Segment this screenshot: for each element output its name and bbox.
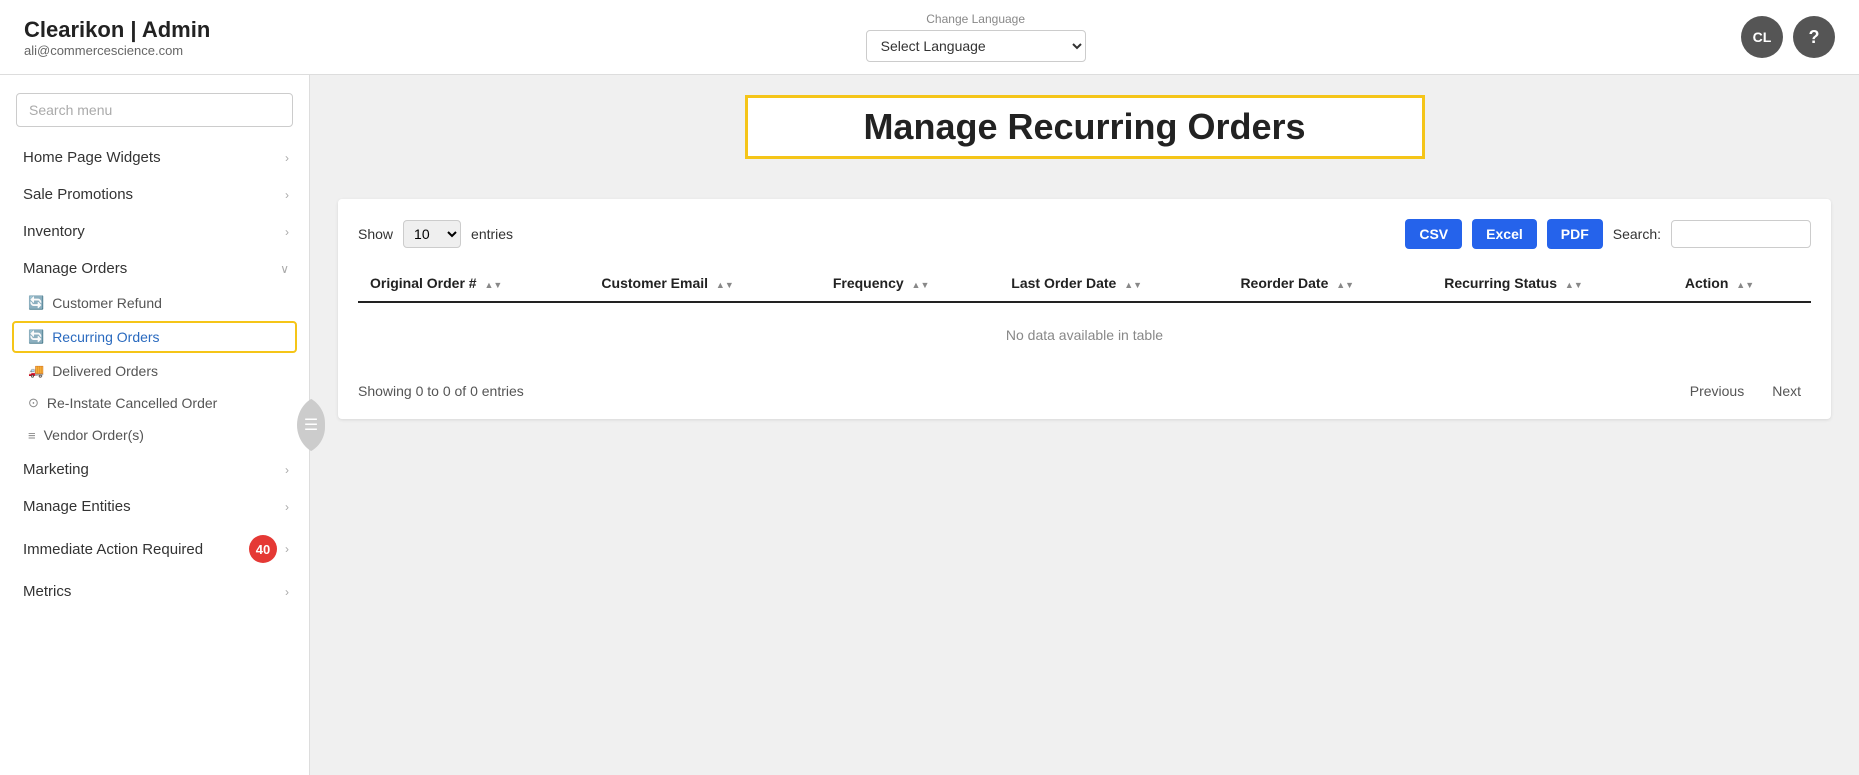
sort-icon: ▲▼ xyxy=(1736,280,1754,290)
sort-icon: ▲▼ xyxy=(1336,280,1354,290)
col-customer-email[interactable]: Customer Email ▲▼ xyxy=(589,265,820,302)
col-frequency[interactable]: Frequency ▲▼ xyxy=(821,265,999,302)
chevron-right-icon: › xyxy=(285,585,289,599)
chevron-right-icon: › xyxy=(285,500,289,514)
pdf-export-button[interactable]: PDF xyxy=(1547,219,1603,249)
show-label: Show xyxy=(358,226,393,242)
entries-per-page-select[interactable]: 5 10 25 50 100 xyxy=(403,220,461,248)
sort-icon: ▲▼ xyxy=(912,280,930,290)
brand-email: ali@commercescience.com xyxy=(24,43,210,58)
sub-item-label: Re-Instate Cancelled Order xyxy=(47,395,217,411)
recurring-icon: 🔄 xyxy=(28,329,44,345)
chevron-right-icon: › xyxy=(285,188,289,202)
excel-export-button[interactable]: Excel xyxy=(1472,219,1537,249)
col-recurring-status[interactable]: Recurring Status ▲▼ xyxy=(1432,265,1673,302)
page-title: Manage Recurring Orders xyxy=(863,106,1305,148)
table-search-input[interactable] xyxy=(1671,220,1811,248)
header: Clearikon | Admin ali@commercescience.co… xyxy=(0,0,1859,75)
chevron-right-icon: › xyxy=(285,225,289,239)
main-content: Manage Recurring Orders Show 5 10 25 50 … xyxy=(310,75,1859,775)
language-selector-section: Change Language Select Language English … xyxy=(210,12,1741,62)
table-controls: Show 5 10 25 50 100 entries CSV Excel PD… xyxy=(358,219,1811,249)
chevron-down-icon: ∨ xyxy=(280,262,289,276)
sidebar-item-label: Inventory xyxy=(23,223,85,240)
sidebar-item-label: Home Page Widgets xyxy=(23,149,161,166)
sidebar-item-home-page-widgets[interactable]: Home Page Widgets › xyxy=(0,139,309,176)
sort-icon: ▲▼ xyxy=(1565,280,1583,290)
immediate-action-badge: 40 xyxy=(249,535,277,563)
sidebar-search-container xyxy=(0,87,309,139)
chevron-right-icon: › xyxy=(285,463,289,477)
sidebar-item-manage-entities[interactable]: Manage Entities › xyxy=(0,488,309,525)
sort-icon: ▲▼ xyxy=(1124,280,1142,290)
col-original-order[interactable]: Original Order # ▲▼ xyxy=(358,265,589,302)
sidebar-item-label: Metrics xyxy=(23,583,71,600)
entries-label: entries xyxy=(471,226,513,242)
sidebar-item-label: Manage Orders xyxy=(23,260,127,277)
sidebar-item-manage-orders[interactable]: Manage Orders ∨ xyxy=(0,250,309,287)
language-select[interactable]: Select Language English Spanish French xyxy=(866,30,1086,62)
vendor-icon: ≡ xyxy=(28,428,36,443)
reinstate-icon: ⊙ xyxy=(28,395,39,411)
toggle-icon: ☰ xyxy=(304,415,318,435)
table-footer: Showing 0 to 0 of 0 entries Previous Nex… xyxy=(358,379,1811,403)
delivered-icon: 🚚 xyxy=(28,363,44,379)
sidebar: Home Page Widgets › Sale Promotions › In… xyxy=(0,75,310,775)
showing-entries: Showing 0 to 0 of 0 entries xyxy=(358,383,524,399)
sidebar-item-label: Sale Promotions xyxy=(23,186,133,203)
col-last-order-date[interactable]: Last Order Date ▲▼ xyxy=(999,265,1228,302)
sub-item-label: Vendor Order(s) xyxy=(44,427,144,443)
table-no-data-row: No data available in table xyxy=(358,302,1811,367)
sidebar-item-label: Immediate Action Required xyxy=(23,541,203,558)
col-action[interactable]: Action ▲▼ xyxy=(1673,265,1811,302)
no-data-message: No data available in table xyxy=(358,302,1811,367)
help-button[interactable]: ? xyxy=(1793,16,1835,58)
sidebar-item-marketing[interactable]: Marketing › xyxy=(0,451,309,488)
table-header-row: Original Order # ▲▼ Customer Email ▲▼ Fr… xyxy=(358,265,1811,302)
header-actions: CL ? xyxy=(1741,16,1835,58)
avatar[interactable]: CL xyxy=(1741,16,1783,58)
language-label: Change Language xyxy=(926,12,1025,26)
search-label: Search: xyxy=(1613,226,1661,242)
table-card: Show 5 10 25 50 100 entries CSV Excel PD… xyxy=(338,199,1831,419)
sidebar-item-inventory[interactable]: Inventory › xyxy=(0,213,309,250)
recurring-orders-table: Original Order # ▲▼ Customer Email ▲▼ Fr… xyxy=(358,265,1811,367)
page-title-row: Manage Recurring Orders xyxy=(338,95,1831,179)
csv-export-button[interactable]: CSV xyxy=(1405,219,1462,249)
sidebar-item-metrics[interactable]: Metrics › xyxy=(0,573,309,610)
col-reorder-date[interactable]: Reorder Date ▲▼ xyxy=(1228,265,1432,302)
sub-item-label: Customer Refund xyxy=(52,295,162,311)
search-menu-input[interactable] xyxy=(16,93,293,127)
sidebar-item-label: Manage Entities xyxy=(23,498,131,515)
chevron-right-icon: › xyxy=(285,151,289,165)
sub-item-label: Recurring Orders xyxy=(52,329,159,345)
sidebar-item-immediate-action[interactable]: Immediate Action Required 40 › xyxy=(0,525,309,573)
sidebar-sub-item-re-instate[interactable]: ⊙ Re-Instate Cancelled Order xyxy=(0,387,309,419)
sidebar-sub-item-recurring-orders[interactable]: 🔄 Recurring Orders xyxy=(12,321,297,353)
chevron-right-icon: › xyxy=(285,542,289,556)
refund-icon: 🔄 xyxy=(28,295,44,311)
sidebar-sub-item-delivered-orders[interactable]: 🚚 Delivered Orders xyxy=(0,355,309,387)
brand-title: Clearikon | Admin xyxy=(24,17,210,43)
sidebar-sub-item-customer-refund[interactable]: 🔄 Customer Refund xyxy=(0,287,309,319)
sidebar-item-label: Marketing xyxy=(23,461,89,478)
main-layout: Home Page Widgets › Sale Promotions › In… xyxy=(0,75,1859,775)
page-title-box: Manage Recurring Orders xyxy=(745,95,1425,159)
sort-icon: ▲▼ xyxy=(716,280,734,290)
sub-item-label: Delivered Orders xyxy=(52,363,158,379)
brand-section: Clearikon | Admin ali@commercescience.co… xyxy=(24,17,210,58)
sort-icon: ▲▼ xyxy=(484,280,502,290)
pagination-next[interactable]: Next xyxy=(1762,379,1811,403)
pagination-previous[interactable]: Previous xyxy=(1680,379,1754,403)
sidebar-sub-item-vendor-orders[interactable]: ≡ Vendor Order(s) xyxy=(0,419,309,451)
sidebar-item-sale-promotions[interactable]: Sale Promotions › xyxy=(0,176,309,213)
pagination: Previous Next xyxy=(1680,379,1811,403)
